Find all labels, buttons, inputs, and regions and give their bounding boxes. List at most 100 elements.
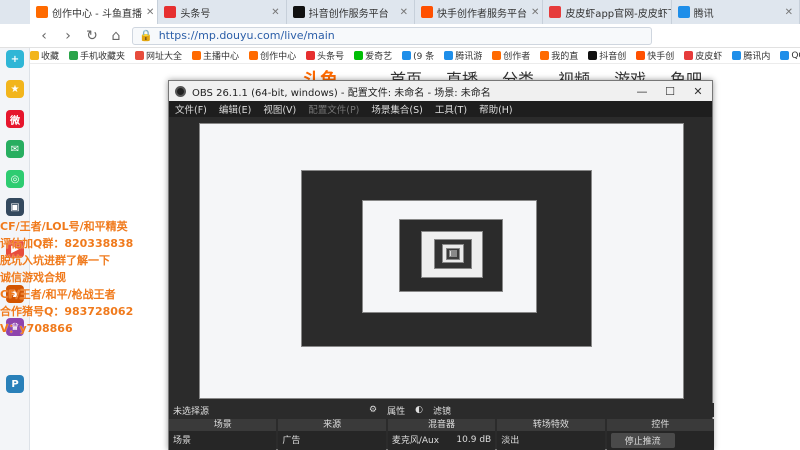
dock-title: 控件: [606, 419, 715, 431]
tab-close-icon[interactable]: ✕: [400, 7, 408, 18]
overlay-line: 诚信游戏合规: [0, 271, 66, 284]
tab-close-icon[interactable]: ✕: [531, 7, 539, 18]
overlay-line: 评估加Q群：820338838: [0, 237, 134, 250]
tab-label: 快手创作者服务平台: [436, 8, 527, 20]
bookmark-item[interactable]: 抖音创: [588, 49, 626, 62]
bookmark-item[interactable]: QQ: [780, 51, 800, 61]
bookmark-favicon-icon: [249, 51, 259, 60]
tab-label: 创作中心 - 斗鱼直播: [52, 8, 142, 20]
lock-icon: 🔒: [139, 29, 153, 42]
dock-item[interactable]: 停止推流: [610, 433, 675, 448]
properties-button[interactable]: 属性: [387, 404, 405, 417]
tab-favicon-icon: [677, 6, 690, 18]
bookmark-label: 我的直: [551, 52, 579, 62]
dock-item[interactable]: 场景: [173, 433, 191, 446]
mail-icon[interactable]: ✉: [6, 140, 24, 158]
obs-menu-item[interactable]: 文件(F): [175, 102, 207, 116]
dock-title: 转场特效: [497, 419, 605, 431]
dock-body: 广告: [278, 431, 385, 448]
obs-logo-icon: [175, 85, 186, 97]
bookmark-item[interactable]: 我的直: [540, 49, 578, 62]
obs-menu-item[interactable]: 帮助(H): [479, 102, 513, 116]
bookmark-item[interactable]: 腾讯游: [444, 49, 482, 62]
bookmark-label: 头条号: [317, 52, 345, 62]
dock-item[interactable]: 广告: [282, 433, 300, 446]
bookmark-favicon-icon: [780, 51, 790, 60]
tab-5[interactable]: 腾讯 ✕: [672, 0, 800, 24]
obs-menu-item[interactable]: 视图(V): [263, 102, 296, 116]
bookmark-favicon-icon: [69, 51, 79, 60]
overlay-line: 合作猪号Q：983728062: [0, 305, 134, 318]
obs-menu-item[interactable]: 配置文件(P): [308, 102, 359, 116]
obs-dock-2: 混音器 麦克风/Aux 10.9 dB: [387, 419, 496, 450]
mixer-level: 10.9 dB: [456, 434, 492, 445]
bookmark-item[interactable]: 收藏: [30, 49, 59, 62]
bookmark-label: 收藏: [41, 52, 60, 62]
tab-close-icon[interactable]: ✕: [271, 7, 279, 18]
bookmark-item[interactable]: (9 条: [402, 49, 434, 62]
tab-favicon-icon: [549, 6, 562, 18]
bookmark-item[interactable]: 头条号: [306, 49, 344, 62]
app-icon-1[interactable]: ▣: [6, 198, 24, 216]
bookmark-favicon-icon: [684, 51, 694, 60]
preview-nested-frame: [452, 252, 455, 255]
tab-2[interactable]: 抖音创作服务平台 ✕: [287, 0, 415, 24]
obs-titlebar: OBS 26.1.1 (64-bit, windows) - 配置文件: 未命名…: [169, 81, 712, 101]
overlay-line: CF/王者/和平/枪战王者: [0, 288, 116, 301]
dock-body: 停止推流: [607, 431, 714, 450]
tab-4[interactable]: 皮皮虾app官网-皮皮虾下载-✕: [543, 0, 672, 24]
minimize-icon[interactable]: —: [628, 85, 656, 98]
maximize-icon[interactable]: ☐: [656, 85, 684, 98]
star-icon[interactable]: ★: [6, 80, 24, 98]
obs-dock-1: 来源 广告: [278, 419, 386, 450]
home-icon[interactable]: ⌂: [108, 28, 124, 44]
obs-dock-3: 转场特效淡出: [497, 419, 605, 450]
dock-body: 麦克风/Aux 10.9 dB: [388, 431, 495, 448]
game-icon[interactable]: ◎: [6, 170, 24, 188]
obs-window[interactable]: OBS 26.1.1 (64-bit, windows) - 配置文件: 未命名…: [168, 80, 715, 450]
bookmark-label: 创作者: [503, 52, 531, 62]
filter-icon[interactable]: ◐: [415, 405, 423, 415]
back-icon[interactable]: ‹: [36, 28, 52, 44]
weibo-icon[interactable]: 微: [6, 110, 24, 128]
tab-0[interactable]: 创作中心 - 斗鱼直播 ✕: [30, 0, 159, 24]
dock-body: 淡出: [497, 431, 604, 448]
bookmark-label: 主播中心: [203, 52, 240, 62]
tab-label: 抖音创作服务平台: [308, 8, 389, 20]
bookmark-item[interactable]: 爱奇艺: [354, 49, 392, 62]
dock-item[interactable]: 淡出: [501, 433, 519, 446]
bookmark-item[interactable]: 快手创: [636, 49, 674, 62]
address-bar[interactable]: 🔒 https://mp.douyu.com/live/main: [132, 26, 652, 45]
tab-close-icon[interactable]: ✕: [785, 7, 793, 18]
app-icon-5[interactable]: P: [6, 375, 24, 393]
tab-3[interactable]: 快手创作者服务平台 ✕: [415, 0, 544, 24]
close-icon[interactable]: ✕: [684, 85, 712, 98]
filters-button[interactable]: 滤镜: [433, 404, 451, 417]
bookmark-item[interactable]: 手机收藏夹: [69, 49, 125, 62]
bookmark-item[interactable]: 皮皮虾: [684, 49, 722, 62]
obs-source-toolbar: 未选择源 ⚙ 属性 ◐ 滤镜: [169, 403, 714, 417]
add-icon[interactable]: +: [6, 50, 24, 68]
tab-favicon-icon: [164, 6, 177, 18]
bookmark-item[interactable]: 主播中心: [192, 49, 239, 62]
bookmark-label: 皮皮虾: [695, 52, 723, 62]
bookmark-label: 爱奇艺: [365, 52, 393, 62]
forward-icon[interactable]: ›: [60, 28, 76, 44]
bookmark-item[interactable]: 创作中心: [249, 49, 296, 62]
bookmark-favicon-icon: [192, 51, 202, 60]
obs-menu-item[interactable]: 工具(T): [435, 102, 467, 116]
bookmark-favicon-icon: [636, 51, 646, 60]
tab-close-icon[interactable]: ✕: [146, 7, 154, 18]
bookmark-favicon-icon: [135, 51, 145, 60]
tab-1[interactable]: 头条号 ✕: [158, 0, 287, 24]
bookmark-item[interactable]: 腾讯内: [732, 49, 770, 62]
obs-menu-item[interactable]: 编辑(E): [219, 102, 251, 116]
gear-icon[interactable]: ⚙: [369, 405, 377, 415]
dock-item[interactable]: 麦克风/Aux: [392, 433, 439, 446]
obs-menu-item[interactable]: 场景集合(S): [371, 102, 422, 116]
bookmark-item[interactable]: 创作者: [492, 49, 530, 62]
obs-preview-canvas: [199, 123, 684, 399]
refresh-icon[interactable]: ↻: [84, 28, 100, 44]
bookmark-item[interactable]: 网址大全: [135, 49, 182, 62]
overlay-line: CF/王者/LOL号/和平精英: [0, 220, 128, 233]
